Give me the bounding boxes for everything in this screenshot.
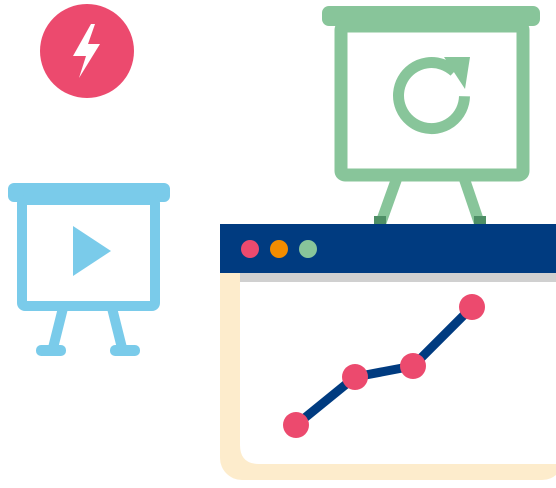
play-presentation-board xyxy=(8,183,170,356)
play-board-leg-left xyxy=(48,306,68,350)
browser-close-dot[interactable] xyxy=(241,240,259,258)
browser-window xyxy=(220,224,556,480)
illustration-canvas xyxy=(0,0,556,488)
refresh-board-panel xyxy=(334,19,530,182)
line-chart-point xyxy=(342,364,368,390)
line-chart-point xyxy=(283,412,309,438)
illustration-svg xyxy=(8,4,556,480)
browser-divider xyxy=(240,273,556,282)
lightning-badge xyxy=(40,4,134,98)
play-board-leg-right xyxy=(107,306,127,350)
line-chart-point xyxy=(400,353,426,379)
refresh-presentation-board xyxy=(322,6,540,230)
browser-minimize-dot[interactable] xyxy=(270,240,288,258)
line-chart-point xyxy=(459,294,485,320)
browser-maximize-dot[interactable] xyxy=(299,240,317,258)
play-board-foot-right xyxy=(110,345,140,356)
play-board-foot-left xyxy=(36,345,66,356)
